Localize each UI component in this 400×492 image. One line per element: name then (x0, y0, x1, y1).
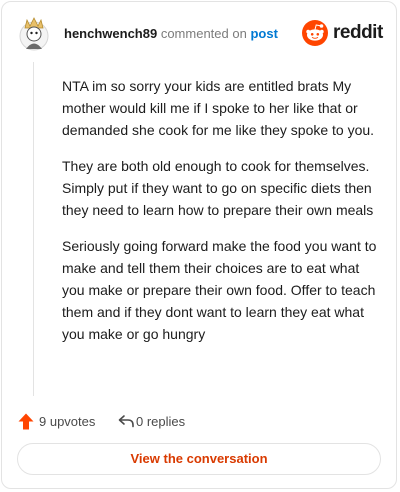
comment-actions: 9 upvotes 0 replies (18, 412, 378, 432)
thread-line (33, 62, 34, 396)
comment-paragraph: Seriously going forward make the food yo… (62, 238, 377, 342)
commented-on-text: commented on (160, 26, 247, 41)
username[interactable]: henchwench89 (64, 26, 157, 41)
comment-card: henchwench89 commented on post reddit NT… (1, 1, 397, 489)
avatar[interactable] (18, 16, 50, 52)
reply-count: 0 replies (136, 414, 186, 429)
view-conversation-button[interactable]: View the conversation (17, 443, 381, 475)
upvote-count: 9 upvotes (39, 414, 96, 429)
comment-paragraph: They are both old enough to cook for the… (62, 158, 374, 218)
reddit-wordmark: reddit (333, 22, 383, 43)
byline: henchwench89 commented on post (64, 26, 278, 42)
reply-icon[interactable] (118, 414, 136, 428)
reddit-brand[interactable]: reddit (302, 20, 383, 46)
comment-body: NTA im so sorry your kids are entitled b… (62, 75, 380, 359)
upvote-arrow-icon[interactable] (18, 413, 34, 430)
comment-paragraph: NTA im so sorry your kids are entitled b… (62, 78, 375, 138)
comment-header: henchwench89 commented on post reddit (18, 16, 383, 56)
post-link[interactable]: post (250, 26, 277, 41)
reddit-logo-icon (302, 20, 328, 46)
